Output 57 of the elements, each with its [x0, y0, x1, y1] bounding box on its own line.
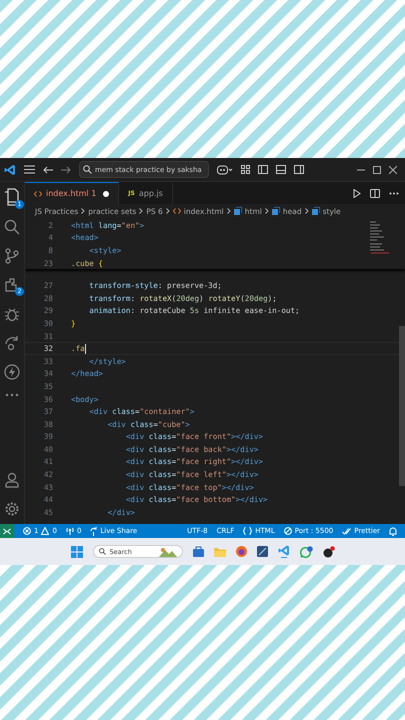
search-icon [83, 165, 92, 174]
editor-logo-icon [4, 164, 16, 176]
back-arrow-icon[interactable] [43, 166, 53, 174]
bell-icon[interactable] [389, 526, 397, 536]
secondary-sidebar-icon[interactable] [294, 165, 304, 174]
remote-share-icon[interactable] [4, 335, 20, 351]
chevron-icon [304, 208, 309, 214]
antenna-icon [66, 527, 74, 535]
source-control-icon[interactable] [4, 248, 20, 264]
windows-logo-icon[interactable] [70, 546, 82, 558]
settings-icon[interactable] [4, 501, 20, 517]
maximize-icon[interactable] [373, 166, 381, 174]
live-share-icon [90, 526, 98, 536]
close-icon[interactable] [389, 166, 397, 174]
menu-icon[interactable] [24, 165, 35, 174]
run-icon[interactable] [353, 188, 361, 198]
more-icon[interactable] [5, 393, 19, 397]
chevron-icon [264, 208, 269, 214]
app-icon[interactable] [322, 546, 334, 558]
braces-icon [243, 527, 252, 535]
panel-toggle-icon[interactable] [276, 165, 286, 174]
browser-icon[interactable] [236, 546, 246, 557]
cube-icon [312, 207, 320, 215]
sidebar-toggle-icon[interactable] [258, 165, 268, 174]
search-icon [98, 548, 106, 555]
editor-logo-icon[interactable] [278, 545, 290, 558]
store-icon[interactable] [192, 546, 204, 557]
code-brackets-icon [172, 208, 181, 214]
remote-button[interactable] [0, 524, 14, 538]
copilot-icon[interactable] [217, 164, 233, 174]
remote-icon [3, 528, 11, 534]
no-entry-icon [284, 527, 292, 535]
cube-icon [234, 207, 242, 215]
forward-arrow-icon[interactable] [61, 166, 71, 174]
scrollbar-thumb[interactable] [399, 326, 405, 486]
account-icon[interactable] [4, 472, 20, 488]
cube-icon [272, 207, 280, 215]
search-icon[interactable] [4, 219, 20, 235]
layout-grid-icon[interactable] [241, 165, 250, 174]
chevron-icon [81, 208, 86, 214]
bug-icon[interactable] [4, 306, 20, 322]
error-icon [23, 527, 31, 535]
warning-icon [41, 527, 50, 535]
code-brackets-icon [34, 190, 42, 196]
app-icon[interactable] [256, 546, 268, 557]
chevron-icon [226, 208, 231, 214]
editor-tab[interactable]: index.html 1 [25, 182, 120, 204]
more-icon[interactable] [389, 192, 399, 194]
double-check-icon [342, 528, 352, 534]
chevron-icon [166, 208, 170, 214]
chevron-icon [139, 208, 144, 214]
files-icon[interactable] [4, 188, 20, 206]
text-cursor [84, 344, 86, 354]
lightning-icon[interactable] [4, 364, 20, 380]
landscape-icon [158, 546, 176, 556]
split-editor-icon[interactable] [370, 188, 380, 198]
chat-app-icon[interactable] [300, 546, 312, 558]
